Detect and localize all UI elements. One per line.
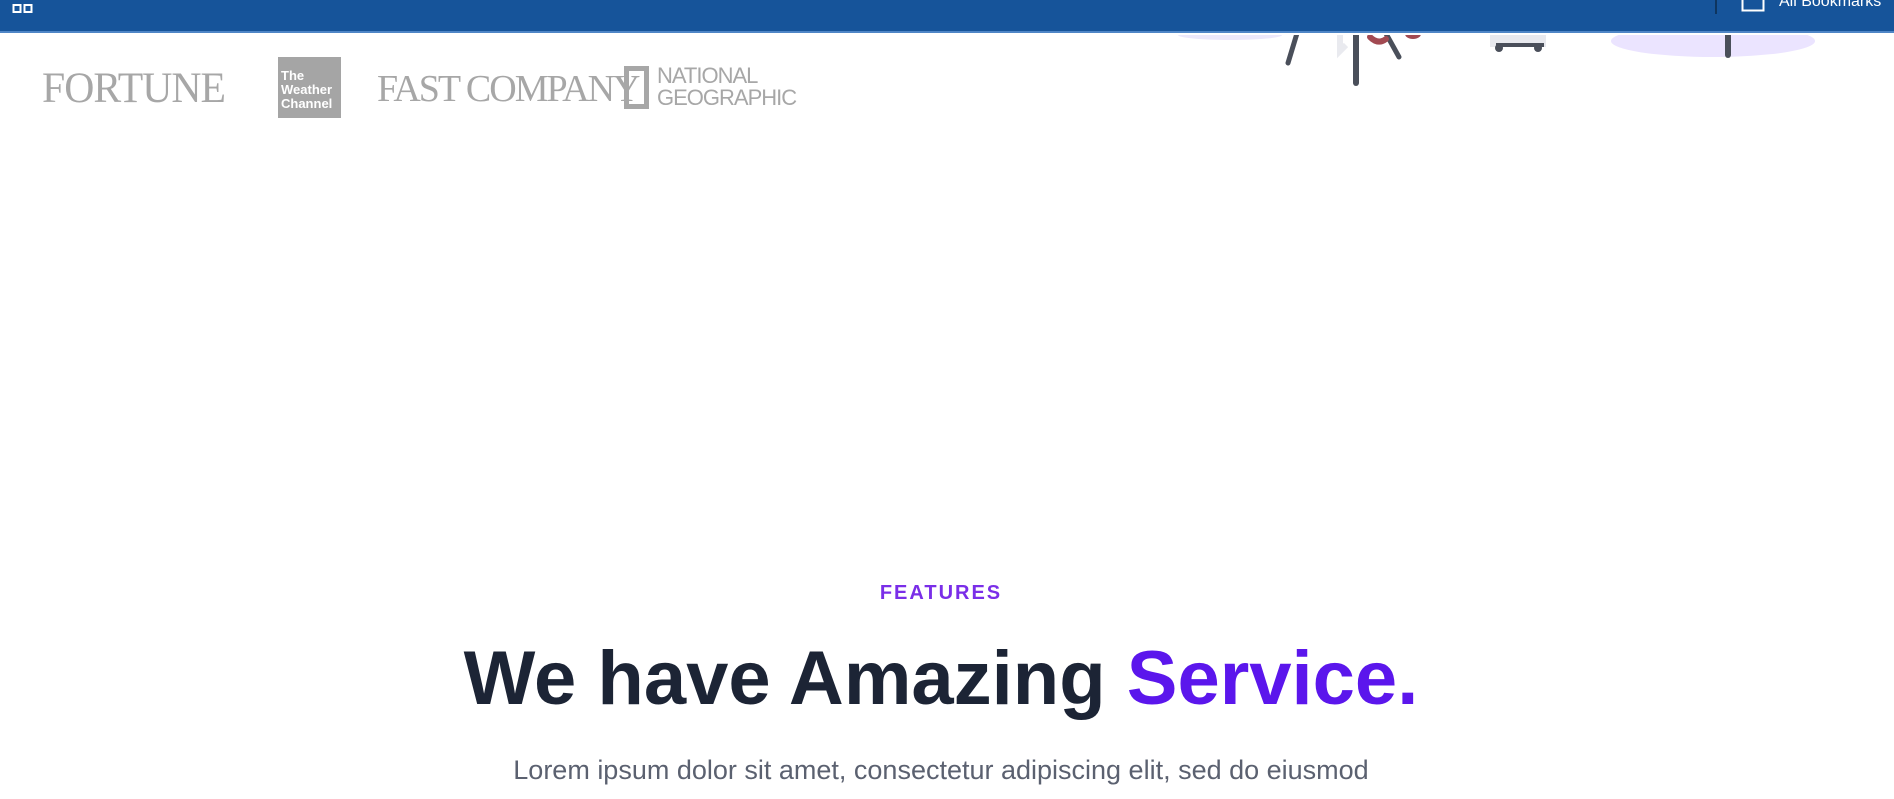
apps-grid-icon[interactable] xyxy=(12,0,34,14)
national-geographic-frame-icon xyxy=(624,65,649,109)
office-illustration xyxy=(1178,35,1815,86)
national-geographic-logo: NATIONAL GEOGRAPHIC xyxy=(624,62,797,112)
features-title: We have Amazing Service. xyxy=(0,637,1882,721)
weather-channel-logo-line: The xyxy=(281,68,305,83)
weather-channel-logo-line: Weather xyxy=(281,82,333,97)
all-bookmarks-label: All Bookmarks xyxy=(1779,0,1882,10)
bookmarks-bar: All Bookmarks xyxy=(0,0,1894,33)
features-eyebrow: FEATURES xyxy=(879,582,1003,604)
fortune-logo: FORTUNE xyxy=(42,65,226,112)
fast-company-logo: FAST COMPANY xyxy=(377,68,640,110)
features-title-main: We have Amazing xyxy=(463,636,1127,721)
national-geographic-line: GEOGRAPHIC xyxy=(657,85,797,110)
weather-channel-logo: The Weather Channel xyxy=(278,57,341,118)
all-bookmarks-button[interactable]: All Bookmarks xyxy=(1741,0,1894,14)
weather-channel-logo-line: Channel xyxy=(281,96,333,111)
features-description: Lorem ipsum dolor sit amet, consectetur … xyxy=(513,755,1369,785)
folder-icon xyxy=(1741,0,1765,12)
bookmarks-bar-divider xyxy=(1715,0,1717,14)
features-title-accent: Service. xyxy=(1126,636,1419,721)
national-geographic-wordmark: NATIONAL GEOGRAPHIC xyxy=(657,63,797,110)
national-geographic-line: NATIONAL xyxy=(657,63,758,88)
